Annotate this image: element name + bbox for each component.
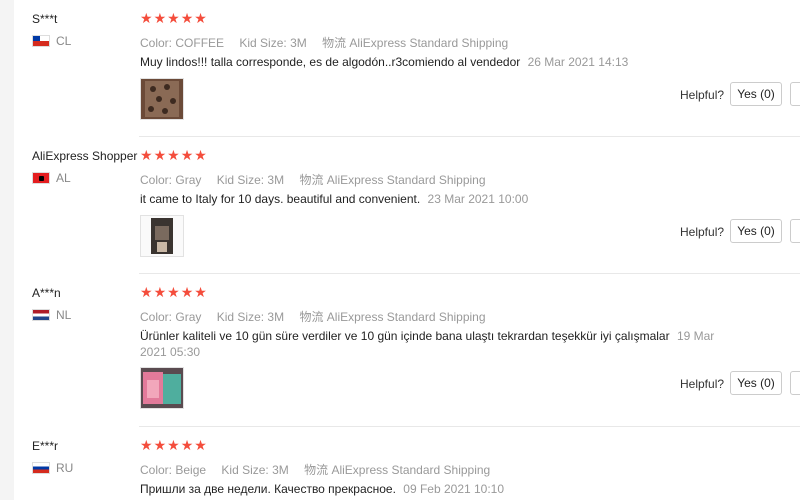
helpful-yes-button[interactable]: Yes (0) bbox=[730, 371, 782, 395]
reviewer-country: RU bbox=[32, 461, 73, 475]
shipping-method: 物流 AliExpress Standard Shipping bbox=[299, 173, 486, 187]
review-item: A***n NL ★ ★ ★ ★ ★ Color: Gray Kid Size: 3M … bbox=[14, 280, 800, 426]
country-code: AL bbox=[56, 171, 71, 185]
color-value: Beige bbox=[175, 463, 207, 477]
reviewer-name[interactable]: E***r bbox=[32, 439, 58, 453]
helpful-label: Helpful? bbox=[680, 377, 725, 391]
review-date: 23 Mar 2021 10:00 bbox=[427, 192, 529, 206]
reviewer-country: NL bbox=[32, 308, 71, 322]
helpful-no-button[interactable] bbox=[790, 219, 800, 243]
star-icon: ★ bbox=[180, 284, 194, 300]
helpful-no-button[interactable] bbox=[790, 82, 800, 106]
color-value: Gray bbox=[175, 173, 202, 187]
review-item: AliExpress Shopper AL ★ ★ ★ ★ ★ Color: Gray … bbox=[14, 143, 800, 273]
star-icon: ★ bbox=[180, 10, 194, 26]
review-divider bbox=[139, 426, 800, 427]
star-icon: ★ bbox=[153, 284, 167, 300]
country-code: NL bbox=[56, 308, 72, 322]
review-comment: Пришли за две недели. Качество прекрасно… bbox=[140, 481, 740, 497]
star-rating: ★ ★ ★ ★ ★ bbox=[140, 438, 207, 452]
review-attributes: Color: Beige Kid Size: 3M 物流 AliExpress … bbox=[140, 461, 490, 478]
review-attributes: Color: Gray Kid Size: 3M 物流 AliExpress S… bbox=[140, 171, 486, 188]
star-icon: ★ bbox=[167, 147, 180, 163]
star-icon: ★ bbox=[194, 437, 207, 453]
star-rating: ★ ★ ★ ★ ★ bbox=[140, 11, 207, 25]
albania-flag-icon bbox=[32, 172, 50, 184]
star-rating: ★ ★ ★ ★ ★ bbox=[140, 285, 207, 299]
reviewer-name[interactable]: S***t bbox=[32, 12, 57, 26]
review-attributes: Color: COFFEE Kid Size: 3M 物流 AliExpress… bbox=[140, 34, 508, 51]
star-icon: ★ bbox=[140, 147, 153, 163]
color-label: Color: bbox=[140, 463, 173, 477]
star-icon: ★ bbox=[194, 284, 207, 300]
shipping-method: 物流 AliExpress Standard Shipping bbox=[322, 36, 509, 50]
star-icon: ★ bbox=[167, 437, 180, 453]
helpful-no-button[interactable] bbox=[790, 371, 800, 395]
chile-flag-icon bbox=[32, 35, 50, 47]
color-value: Gray bbox=[175, 310, 202, 324]
kid-size-value: 3M bbox=[290, 36, 307, 50]
russia-flag-icon bbox=[32, 462, 50, 474]
star-icon: ★ bbox=[194, 147, 207, 163]
country-code: CL bbox=[56, 34, 72, 48]
star-icon: ★ bbox=[140, 284, 153, 300]
reviews-panel: S***t CL ★ ★ ★ ★ ★ Color: COFFEE Kid Size: 3… bbox=[14, 0, 800, 500]
review-photo[interactable] bbox=[140, 367, 184, 409]
star-icon: ★ bbox=[153, 147, 167, 163]
comment-text: Ürünler kaliteli ve 10 gün süre verdiler… bbox=[140, 329, 670, 343]
comment-text: it came to Italy for 10 days. beautiful … bbox=[140, 192, 421, 206]
color-label: Color: bbox=[140, 173, 173, 187]
review-comment: Muy lindos!!! talla corresponde, es de a… bbox=[140, 54, 740, 70]
star-icon: ★ bbox=[153, 10, 167, 26]
shipping-method: 物流 AliExpress Standard Shipping bbox=[299, 310, 486, 324]
reviewer-country: CL bbox=[32, 34, 71, 48]
star-rating: ★ ★ ★ ★ ★ bbox=[140, 148, 207, 162]
comment-text: Пришли за две недели. Качество прекрасно… bbox=[140, 482, 396, 496]
review-item: S***t CL ★ ★ ★ ★ ★ Color: COFFEE Kid Size: 3… bbox=[14, 6, 800, 136]
kid-size-label: Kid Size: bbox=[216, 310, 265, 324]
review-item: E***r RU ★ ★ ★ ★ ★ Color: Beige Kid Size: 3M… bbox=[14, 433, 800, 500]
star-icon: ★ bbox=[153, 437, 167, 453]
review-photo[interactable] bbox=[140, 78, 184, 120]
kid-size-label: Kid Size: bbox=[221, 463, 269, 477]
reviewer-name[interactable]: A***n bbox=[32, 286, 61, 300]
star-icon: ★ bbox=[167, 10, 180, 26]
reviewer-name[interactable]: AliExpress Shopper bbox=[32, 149, 137, 163]
color-label: Color: bbox=[140, 310, 173, 324]
star-icon: ★ bbox=[180, 147, 194, 163]
review-photo[interactable] bbox=[140, 215, 184, 257]
helpful-label: Helpful? bbox=[680, 88, 725, 102]
star-icon: ★ bbox=[167, 284, 180, 300]
helpful-yes-button[interactable]: Yes (0) bbox=[730, 82, 782, 106]
kid-size-value: 3M bbox=[267, 173, 285, 187]
kid-size-value: 3M bbox=[272, 463, 289, 477]
star-icon: ★ bbox=[180, 437, 194, 453]
review-comment: it came to Italy for 10 days. beautiful … bbox=[140, 191, 740, 207]
review-date: 09 Feb 2021 10:10 bbox=[403, 482, 505, 496]
kid-size-value: 3M bbox=[267, 310, 285, 324]
color-value: COFFEE bbox=[175, 36, 225, 50]
review-attributes: Color: Gray Kid Size: 3M 物流 AliExpress S… bbox=[140, 308, 486, 325]
color-label: Color: bbox=[140, 36, 173, 50]
shipping-method: 物流 AliExpress Standard Shipping bbox=[304, 463, 491, 477]
comment-text: Muy lindos!!! talla corresponde, es de a… bbox=[140, 55, 521, 69]
review-divider bbox=[139, 273, 800, 274]
country-code: RU bbox=[56, 461, 74, 475]
review-divider bbox=[139, 136, 800, 137]
review-date: 26 Mar 2021 14:13 bbox=[527, 55, 629, 69]
reviewer-country: AL bbox=[32, 171, 71, 185]
kid-size-label: Kid Size: bbox=[239, 36, 287, 50]
star-icon: ★ bbox=[194, 10, 207, 26]
star-icon: ★ bbox=[140, 10, 153, 26]
star-icon: ★ bbox=[140, 437, 153, 453]
review-comment: Ürünler kaliteli ve 10 gün süre verdiler… bbox=[140, 328, 740, 360]
netherlands-flag-icon bbox=[32, 309, 50, 321]
helpful-label: Helpful? bbox=[680, 225, 725, 239]
kid-size-label: Kid Size: bbox=[216, 173, 265, 187]
helpful-yes-button[interactable]: Yes (0) bbox=[730, 219, 782, 243]
